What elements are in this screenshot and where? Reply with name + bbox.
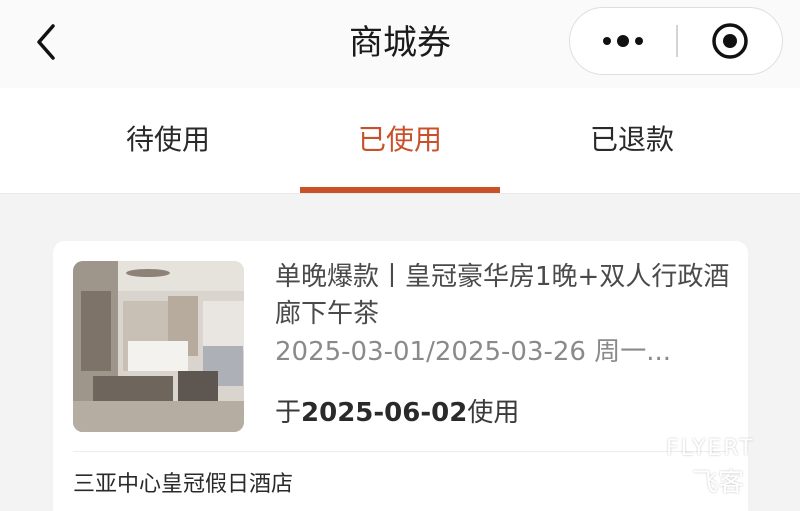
used-date-line: 于2025-06-02使用	[275, 395, 730, 431]
used-date: 2025-06-02	[301, 398, 468, 428]
more-button[interactable]	[570, 8, 676, 73]
card-divider	[73, 451, 728, 452]
active-tab-indicator	[300, 187, 500, 193]
hotel-room-thumbnail[interactable]	[73, 261, 244, 432]
chevron-left-icon	[37, 24, 55, 60]
tab-refunded[interactable]: 已退款	[532, 88, 732, 194]
target-close-icon	[712, 22, 748, 59]
mini-program-capsule	[569, 7, 783, 75]
coupon-card[interactable]: 单晚爆款丨皇冠豪华房1晚+双人行政酒廊下午茶 2025-03-01/2025-0…	[53, 241, 748, 511]
close-mini-program-button[interactable]	[678, 8, 782, 73]
validity-dates: 2025-03-01/2025-03-26 周一...	[275, 337, 672, 367]
tab-used[interactable]: 已使用	[300, 88, 500, 194]
used-prefix: 于	[275, 398, 302, 428]
tab-unused[interactable]: 待使用	[68, 88, 268, 194]
coupon-status-tabs: 待使用 已使用 已退款	[0, 88, 800, 194]
navigation-bar: 商城券	[0, 0, 800, 88]
back-button[interactable]	[26, 22, 66, 62]
hotel-name: 三亚中心皇冠假日酒店	[73, 472, 294, 497]
more-dots-icon	[603, 34, 643, 47]
used-suffix: 使用	[467, 398, 520, 428]
coupon-title: 单晚爆款丨皇冠豪华房1晚+双人行政酒廊下午茶	[275, 262, 730, 329]
